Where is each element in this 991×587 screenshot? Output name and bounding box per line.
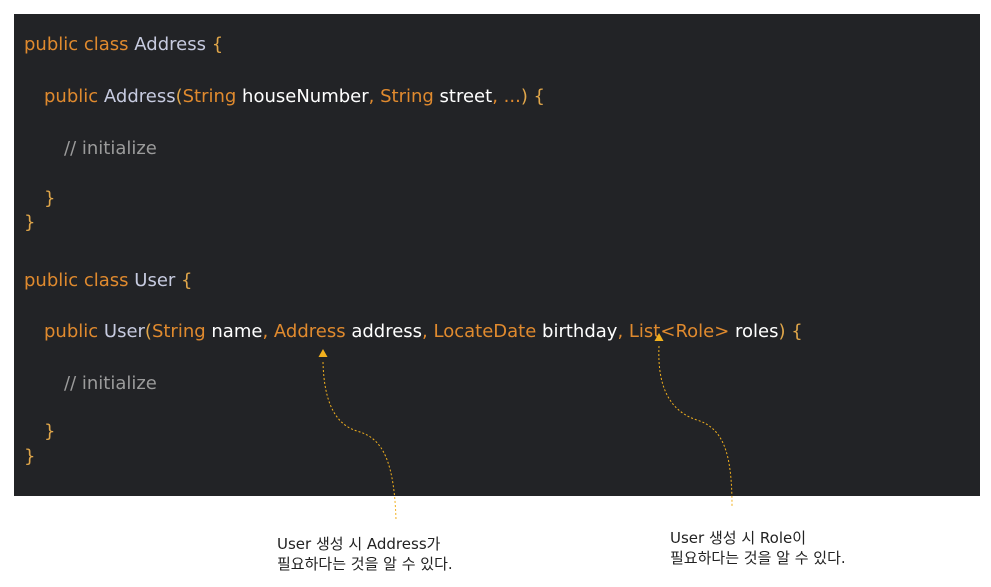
arrowhead-role (654, 333, 664, 341)
annotation-line: User 생성 시 Address가 (277, 535, 441, 553)
annotation-address: User 생성 시 Address가필요하다는 것을 알 수 있다. (277, 534, 453, 574)
annotation-arrows (318, 333, 733, 521)
arrow-line-role (658, 345, 733, 507)
annotation-line: 필요하다는 것을 알 수 있다. (670, 549, 846, 567)
arrowhead-address (318, 349, 328, 357)
annotation-line: 필요하다는 것을 알 수 있다. (277, 555, 453, 573)
arrow-line-address (322, 361, 397, 521)
annotation-line: User 생성 시 Role이 (670, 529, 807, 547)
annotation-role: User 생성 시 Role이필요하다는 것을 알 수 있다. (670, 528, 846, 568)
